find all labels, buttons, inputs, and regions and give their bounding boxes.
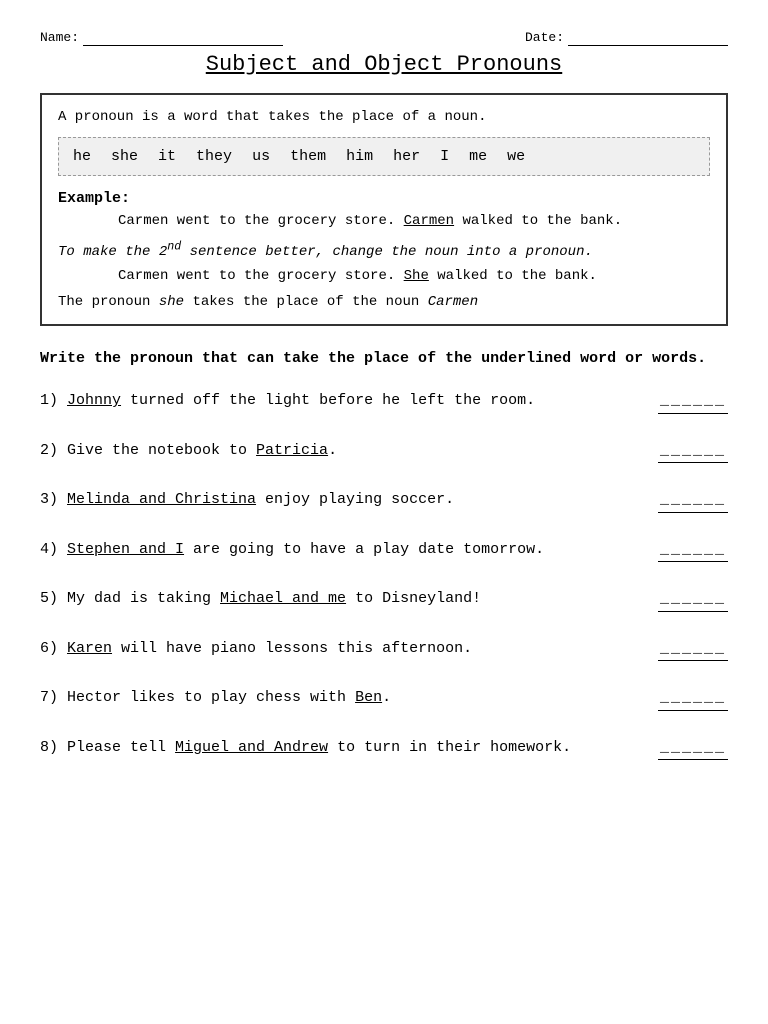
question-item: 5) My dad is taking Michael and me to Di…	[40, 588, 728, 612]
question-6-text: 6) Karen will have piano lessons this af…	[40, 638, 658, 661]
date-field: Date:	[525, 30, 728, 46]
question-item: 2) Give the notebook to Patricia. ______	[40, 440, 728, 464]
q8-blank[interactable]: ______	[658, 737, 728, 761]
date-blank	[568, 30, 728, 46]
question-item: 1) Johnny turned off the light before he…	[40, 390, 728, 414]
q1-underlined: Johnny	[67, 392, 121, 409]
page-title: Subject and Object Pronouns	[40, 52, 728, 77]
q2-blank[interactable]: ______	[658, 440, 728, 464]
example-sentence-1: Carmen went to the grocery store. Carmen…	[118, 213, 710, 229]
question-7-text: 7) Hector likes to play chess with Ben.	[40, 687, 658, 710]
name-blank	[83, 30, 283, 46]
question-1-text: 1) Johnny turned off the light before he…	[40, 390, 658, 413]
info-box: A pronoun is a word that takes the place…	[40, 93, 728, 326]
pronoun-she: she	[111, 148, 138, 165]
pronoun-intro: A pronoun is a word that takes the place…	[58, 109, 710, 125]
question-item: 7) Hector likes to play chess with Ben. …	[40, 687, 728, 711]
q3-underlined: Melinda and Christina	[67, 491, 256, 508]
q6-blank[interactable]: ______	[658, 638, 728, 662]
q2-underlined: Patricia	[256, 442, 328, 459]
pronoun-her: her	[393, 148, 420, 165]
date-label: Date:	[525, 30, 564, 45]
q1-blank[interactable]: ______	[658, 390, 728, 414]
example-underlined-she: She	[404, 268, 429, 284]
pronoun-him: him	[346, 148, 373, 165]
pronoun-us: us	[252, 148, 270, 165]
question-4-text: 4) Stephen and I are going to have a pla…	[40, 539, 658, 562]
pronoun-they: they	[196, 148, 232, 165]
example-label: Example:	[58, 190, 710, 207]
q8-underlined: Miguel and Andrew	[175, 739, 328, 756]
pronoun-me: me	[469, 148, 487, 165]
pronoun-we: we	[507, 148, 525, 165]
question-3-text: 3) Melinda and Christina enjoy playing s…	[40, 489, 658, 512]
q7-underlined: Ben	[355, 689, 382, 706]
q5-blank[interactable]: ______	[658, 588, 728, 612]
q4-blank[interactable]: ______	[658, 539, 728, 563]
pronoun-he: he	[73, 148, 91, 165]
pronoun-them: them	[290, 148, 326, 165]
q7-blank[interactable]: ______	[658, 687, 728, 711]
name-label: Name:	[40, 30, 79, 45]
question-list: 1) Johnny turned off the light before he…	[40, 390, 728, 760]
name-field: Name:	[40, 30, 283, 46]
q3-blank[interactable]: ______	[658, 489, 728, 513]
header-row: Name: Date:	[40, 30, 728, 46]
pronoun-note: The pronoun she takes the place of the n…	[58, 294, 710, 310]
question-2-text: 2) Give the notebook to Patricia.	[40, 440, 658, 463]
example-underlined-carmen: Carmen	[404, 213, 454, 229]
question-item: 6) Karen will have piano lessons this af…	[40, 638, 728, 662]
question-item: 3) Melinda and Christina enjoy playing s…	[40, 489, 728, 513]
question-item: 4) Stephen and I are going to have a pla…	[40, 539, 728, 563]
question-item: 8) Please tell Miguel and Andrew to turn…	[40, 737, 728, 761]
pronoun-list-box: he she it they us them him her I me we	[58, 137, 710, 176]
q4-underlined: Stephen and I	[67, 541, 184, 558]
question-8-text: 8) Please tell Miguel and Andrew to turn…	[40, 737, 658, 760]
question-5-text: 5) My dad is taking Michael and me to Di…	[40, 588, 658, 611]
q6-underlined: Karen	[67, 640, 112, 657]
q5-underlined: Michael and me	[220, 590, 346, 607]
pronoun-I: I	[440, 148, 449, 165]
pronoun-it: it	[158, 148, 176, 165]
example-sentence-2: Carmen went to the grocery store. She wa…	[118, 268, 710, 284]
directions: Write the pronoun that can take the plac…	[40, 348, 728, 371]
italic-instruction: To make the 2nd sentence better, change …	[58, 239, 710, 260]
